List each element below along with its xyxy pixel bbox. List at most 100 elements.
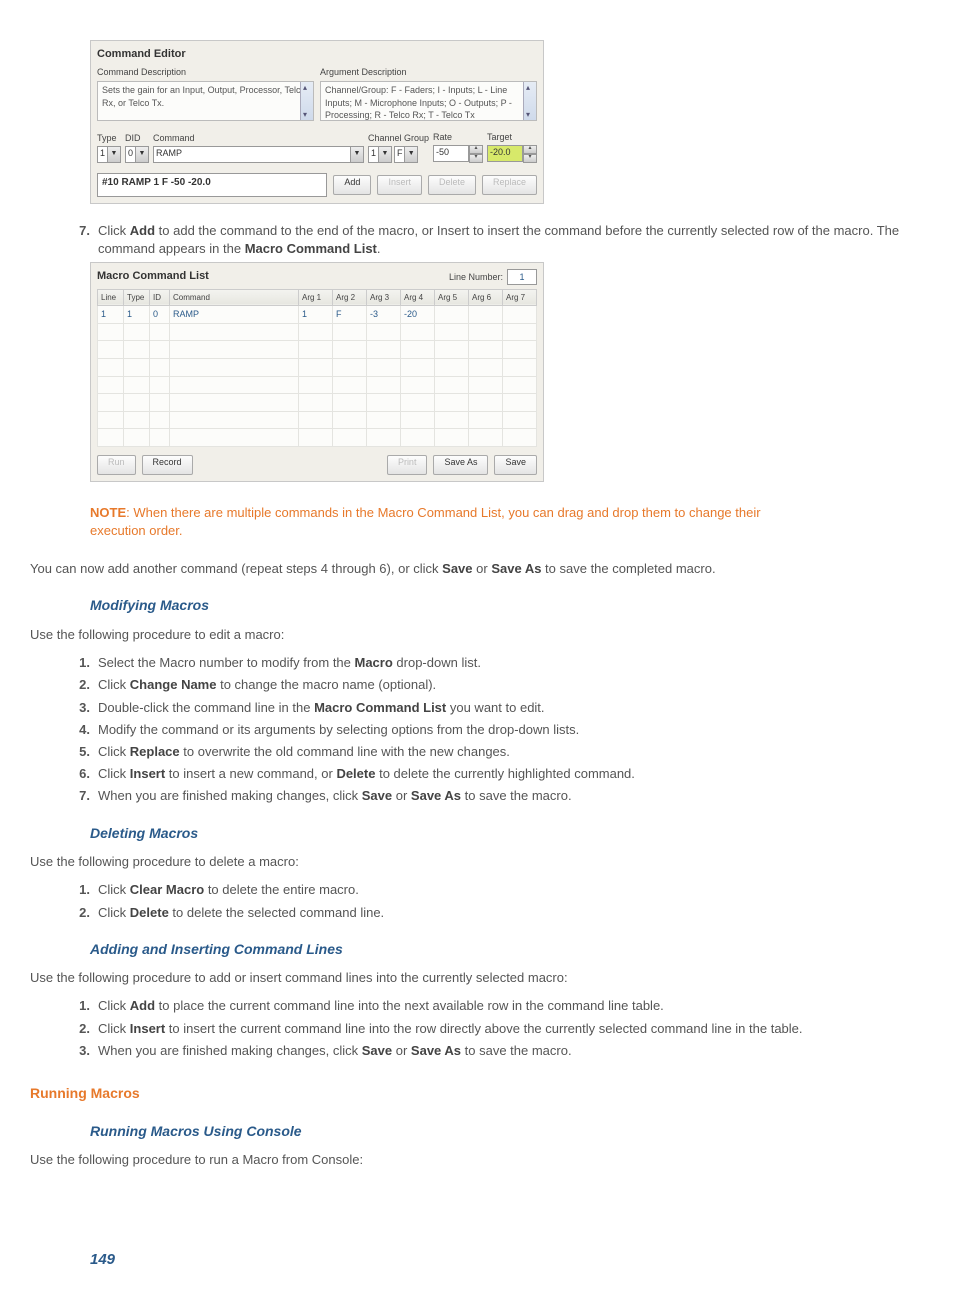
t: to insert a new command, or xyxy=(165,766,336,781)
spinner-icon: ▴▾ xyxy=(469,145,483,163)
bold: Delete xyxy=(336,766,375,781)
ce-target-spin: -20.0▴▾ xyxy=(487,145,537,163)
t: to save the macro. xyxy=(461,788,572,803)
ce-rate-spin: -50▴▾ xyxy=(433,145,483,163)
step-number: 1. xyxy=(66,654,98,672)
col: Command xyxy=(170,289,299,305)
table-row: . xyxy=(98,429,537,447)
table-row: . xyxy=(98,341,537,359)
cell: RAMP xyxy=(170,306,299,324)
ce-cmddesc-label: Command Description xyxy=(97,66,314,79)
ce-argdesc-label: Argument Description xyxy=(320,66,537,79)
ce-replace-button: Replace xyxy=(482,175,537,195)
ce-did-value: 0 xyxy=(125,146,136,163)
step-number: 2. xyxy=(66,1020,98,1038)
bold: Add xyxy=(130,998,155,1013)
spinner-icon: ▴▾ xyxy=(523,145,537,163)
scrollbar-icon xyxy=(523,82,536,120)
t: you want to edit. xyxy=(446,700,544,715)
ce-target-label: Target xyxy=(487,131,537,144)
t: . xyxy=(377,241,381,256)
ce-group-dd: F▼ xyxy=(394,146,418,163)
ce-chgrp-label: Channel Group xyxy=(368,132,429,145)
macro-command-list-figure: Macro Command List Line Number: 1 LineTy… xyxy=(90,262,544,482)
ce-did-label: DID xyxy=(125,132,149,145)
bold: Insert xyxy=(130,1021,165,1036)
col: Arg 5 xyxy=(435,289,469,305)
step-text: Select the Macro number to modify from t… xyxy=(98,654,924,672)
bold: Save As xyxy=(491,561,541,576)
cell xyxy=(469,306,503,324)
col: Line xyxy=(98,289,124,305)
list-item: 7.When you are finished making changes, … xyxy=(66,787,924,805)
step-number: 4. xyxy=(66,721,98,739)
ce-type-dd: 1▼ xyxy=(97,146,121,163)
ce-add-button: Add xyxy=(333,175,371,195)
ce-preview: #10 RAMP 1 F -50 -20.0 xyxy=(97,173,327,197)
cell: 0 xyxy=(150,306,170,324)
col: Arg 4 xyxy=(401,289,435,305)
ce-rate-label: Rate xyxy=(433,131,483,144)
list-item: 1.Click Add to place the current command… xyxy=(66,997,924,1015)
t: Click xyxy=(98,766,130,781)
ce-command-label: Command xyxy=(153,132,364,145)
cell xyxy=(503,306,537,324)
note-text: : When there are multiple commands in th… xyxy=(90,505,761,538)
ce-command-value: RAMP xyxy=(153,146,351,163)
step-number: 3. xyxy=(66,1042,98,1060)
t: or xyxy=(392,1043,411,1058)
chevron-down-icon: ▼ xyxy=(379,146,392,163)
ce-channel-dd: 1▼ xyxy=(368,146,392,163)
heading-adding: Adding and Inserting Command Lines xyxy=(90,940,924,960)
cell: -20 xyxy=(401,306,435,324)
cell: F xyxy=(333,306,367,324)
cell: 1 xyxy=(98,306,124,324)
page-number: 149 xyxy=(90,1249,924,1270)
step-number: 2. xyxy=(66,676,98,694)
chevron-down-icon: ▼ xyxy=(108,146,121,163)
paragraph: Use the following procedure to edit a ma… xyxy=(30,626,924,644)
bold: Insert xyxy=(130,766,165,781)
t: Click xyxy=(98,998,130,1013)
scrollbar-icon xyxy=(300,82,313,120)
bold: Macro Command List xyxy=(314,700,446,715)
t: Modify the command or its arguments by s… xyxy=(98,722,579,737)
t: Select the Macro number to modify from t… xyxy=(98,655,355,670)
table-row: . xyxy=(98,411,537,429)
col: Type xyxy=(124,289,150,305)
list-item: 4.Modify the command or its arguments by… xyxy=(66,721,924,739)
col: Arg 1 xyxy=(299,289,333,305)
ce-type-label: Type xyxy=(97,132,121,145)
mcl-run-button: Run xyxy=(97,455,136,475)
step-text: When you are finished making changes, cl… xyxy=(98,787,924,805)
ce-type-value: 1 xyxy=(97,146,108,163)
paragraph: Use the following procedure to run a Mac… xyxy=(30,1151,924,1169)
list-item: 3.Double-click the command line in the M… xyxy=(66,699,924,717)
bold: Macro Command List xyxy=(245,241,377,256)
ce-cmddesc-value: Sets the gain for an Input, Output, Proc… xyxy=(102,85,305,108)
cell: -3 xyxy=(367,306,401,324)
step-text: Click Delete to delete the selected comm… xyxy=(98,904,924,922)
step-number: 1. xyxy=(66,881,98,899)
list-item: 1.Click Clear Macro to delete the entire… xyxy=(66,881,924,899)
ce-rate-value: -50 xyxy=(433,145,469,162)
ce-channel-value: 1 xyxy=(368,146,379,163)
list-item: 2.Click Insert to insert the current com… xyxy=(66,1020,924,1038)
ce-delete-button: Delete xyxy=(428,175,476,195)
t: to delete the entire macro. xyxy=(204,882,359,897)
step-number: 3. xyxy=(66,699,98,717)
t: drop-down list. xyxy=(393,655,481,670)
step-text: Click Add to add the command to the end … xyxy=(98,222,924,258)
col: Arg 7 xyxy=(503,289,537,305)
bold: Save As xyxy=(411,1043,461,1058)
table-row: . xyxy=(98,358,537,376)
mcl-record-button: Record xyxy=(142,455,193,475)
step-text: Click Clear Macro to delete the entire m… xyxy=(98,881,924,899)
ce-target-value: -20.0 xyxy=(487,145,523,162)
list-item: 2.Click Delete to delete the selected co… xyxy=(66,904,924,922)
list-item: 3.When you are finished making changes, … xyxy=(66,1042,924,1060)
t: or xyxy=(392,788,411,803)
cell: 1 xyxy=(299,306,333,324)
col: ID xyxy=(150,289,170,305)
t: to insert the current command line into … xyxy=(165,1021,802,1036)
